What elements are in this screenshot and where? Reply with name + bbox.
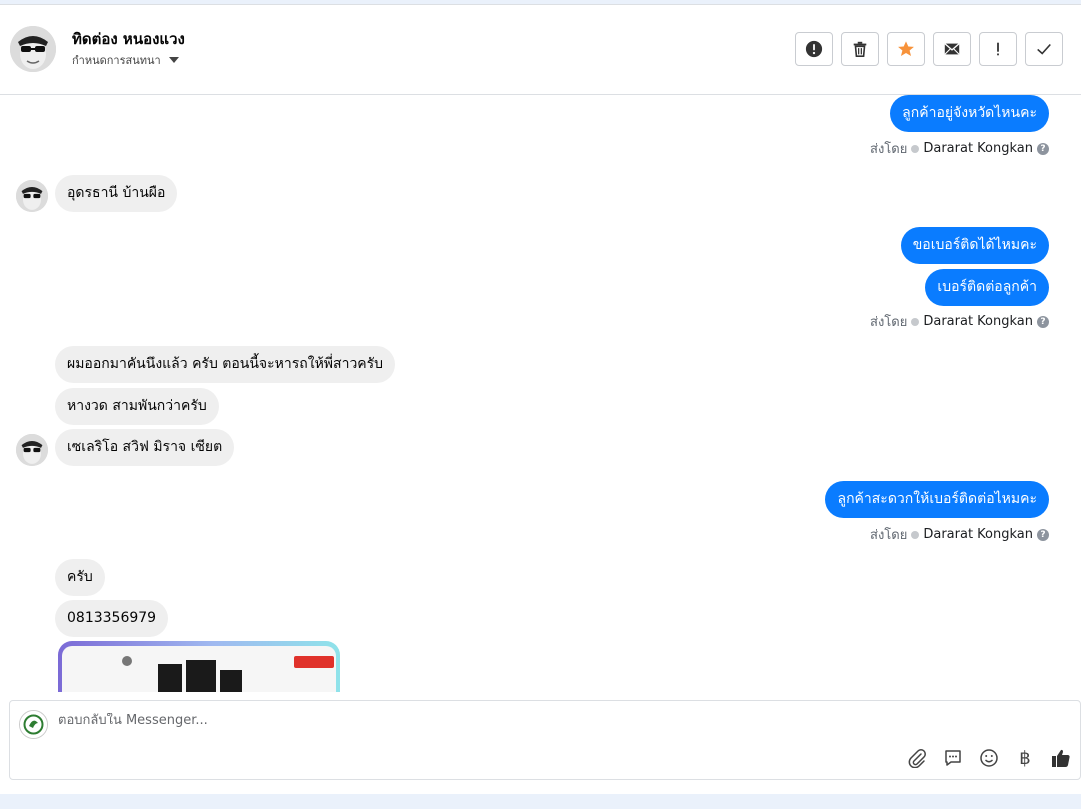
message-incoming[interactable]: เซเลริโอ สวิฟ มิราจ เซียต <box>55 429 235 466</box>
trash-icon <box>853 41 867 58</box>
conversation-panel: ทิดต่อง หนองแวง กำหนดการสนทนา ลูกค้าอยู่… <box>0 4 1081 794</box>
thumbs-up-icon <box>1052 749 1070 767</box>
sent-by-agent[interactable]: Dararat Kongkan <box>923 141 1033 156</box>
saved-reply-button[interactable] <box>942 747 964 769</box>
verified-icon <box>911 530 920 539</box>
sent-by-prefix: ส่งโดย <box>870 528 908 543</box>
image-detail <box>122 656 132 666</box>
page-avatar <box>19 710 48 739</box>
verified-icon <box>911 144 920 153</box>
mark-important-button[interactable] <box>979 32 1017 66</box>
attach-button[interactable] <box>906 747 928 769</box>
header-actions <box>795 32 1063 66</box>
message-outgoing[interactable]: เบอร์ติดต่อลูกค้า <box>925 269 1049 306</box>
image-detail <box>158 664 182 692</box>
message-outgoing[interactable]: ลูกค้าอยู่จังหวัดไหนคะ <box>890 95 1049 132</box>
alert-button[interactable] <box>795 32 833 66</box>
message-incoming[interactable]: อุดรธานี บ้านผือ <box>55 175 178 212</box>
message-thread[interactable]: ลูกค้าอยู่จังหวัดไหนคะ ส่งโดย Dararat Ko… <box>0 95 1081 692</box>
help-icon[interactable]: ? <box>1037 142 1049 155</box>
like-button[interactable] <box>1050 747 1072 769</box>
sent-by-agent[interactable]: Dararat Kongkan <box>923 314 1033 329</box>
star-icon <box>898 41 914 57</box>
conversation-schedule-dropdown[interactable]: กำหนดการสนทนา <box>72 51 179 69</box>
image-detail <box>294 656 334 668</box>
sent-by-label: ส่งโดย Dararat Kongkan ? <box>870 524 1049 545</box>
caret-down-icon <box>168 57 179 63</box>
paperclip-icon <box>908 749 926 768</box>
message-incoming[interactable]: หางวด สามพันกว่าครับ <box>55 388 219 425</box>
sent-by-agent[interactable]: Dararat Kongkan <box>923 527 1033 542</box>
exclamation-icon <box>997 42 999 56</box>
message-incoming[interactable]: ครับ <box>55 559 105 596</box>
composer-tools: ฿ <box>906 747 1072 769</box>
contact-name: ทิดต่อง หนองแวง <box>72 30 185 48</box>
image-detail <box>186 660 216 692</box>
contact-avatar-small[interactable] <box>16 180 48 212</box>
star-button[interactable] <box>887 32 925 66</box>
emoji-button[interactable] <box>978 747 1000 769</box>
verified-icon <box>911 317 920 326</box>
contact-avatar-small[interactable] <box>16 434 48 466</box>
help-icon[interactable]: ? <box>1037 315 1049 328</box>
mark-done-button[interactable] <box>1025 32 1063 66</box>
reply-input[interactable] <box>58 713 758 728</box>
sent-by-prefix: ส่งโดย <box>870 142 908 157</box>
sent-by-prefix: ส่งโดย <box>870 315 908 330</box>
chat-bubble-icon <box>945 750 961 766</box>
check-icon <box>1037 43 1051 55</box>
payment-button[interactable]: ฿ <box>1014 747 1036 769</box>
image-attachment-content <box>62 646 336 692</box>
conversation-header: ทิดต่อง หนองแวง กำหนดการสนทนา <box>0 5 1081 95</box>
sent-by-label: ส่งโดย Dararat Kongkan ? <box>870 311 1049 332</box>
image-detail <box>220 670 242 692</box>
delete-button[interactable] <box>841 32 879 66</box>
alert-circle-icon <box>805 40 823 58</box>
help-icon[interactable]: ? <box>1037 528 1049 541</box>
smiley-icon <box>980 749 998 767</box>
reply-composer: ฿ <box>9 700 1081 780</box>
contact-avatar[interactable] <box>10 26 56 72</box>
message-outgoing[interactable]: ขอเบอร์ติดได้ไหมคะ <box>900 227 1049 264</box>
message-incoming[interactable]: 0813356979 <box>55 600 169 637</box>
mail-icon <box>944 43 960 55</box>
baht-icon: ฿ <box>1019 747 1031 769</box>
mail-button[interactable] <box>933 32 971 66</box>
message-incoming[interactable]: ผมออกมาคันนึงแล้ว ครับ ตอนนี้จะหารถให้พี… <box>55 346 396 383</box>
conversation-schedule-label: กำหนดการสนทนา <box>72 54 161 67</box>
image-attachment[interactable] <box>58 641 340 692</box>
message-outgoing[interactable]: ลูกค้าสะดวกให้เบอร์ติดต่อไหมคะ <box>825 481 1049 518</box>
sent-by-label: ส่งโดย Dararat Kongkan ? <box>870 138 1049 159</box>
